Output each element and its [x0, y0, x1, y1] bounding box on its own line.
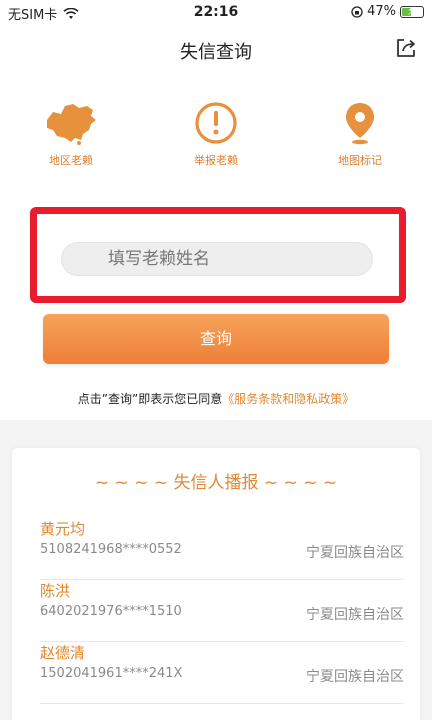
feature-map-mark[interactable]: 地图标记 — [310, 100, 410, 168]
search-highlight-frame — [30, 207, 406, 303]
query-button[interactable]: 查询 — [43, 314, 389, 364]
debtor-id: 6402021976****1510 — [40, 604, 182, 619]
broadcast-card: ~ ~ ~ ~ 失信人播报 ~ ~ ~ ~ 黄元均 5108241968****… — [12, 448, 420, 720]
debtor-id: 1502041961****241X — [40, 666, 183, 681]
debtor-region: 宁夏回族自治区 — [306, 669, 404, 685]
debtor-id: 5108241968****0552 — [40, 542, 182, 557]
feature-label: 地图标记 — [338, 154, 382, 167]
exclamation-circle-icon — [195, 102, 237, 144]
list-item[interactable]: 赵德清 1502041961****241X 宁夏回族自治区 — [40, 642, 404, 704]
feature-label: 地区老赖 — [49, 154, 93, 167]
terms-privacy-link[interactable]: 《服务条款和隐私政策》 — [222, 392, 354, 406]
location-pin-icon — [346, 103, 374, 145]
status-bar: 无SIM卡 22:16 47% ⚡ — [0, 0, 432, 24]
feature-report-debtors[interactable]: 举报老赖 — [166, 100, 266, 168]
battery-charging-icon: ⚡ — [400, 3, 424, 18]
feature-row: 地区老赖 举报老赖 地图标记 — [0, 100, 432, 180]
share-icon — [397, 39, 415, 57]
debtor-name: 陈洪 — [40, 582, 71, 600]
list-item[interactable]: 黄元均 5108241968****0552 宁夏回族自治区 — [40, 518, 404, 580]
debtor-name: 黄元均 — [40, 520, 86, 538]
status-right: 47% ⚡ — [351, 4, 424, 19]
china-map-icon — [47, 104, 96, 145]
feature-region-debtors[interactable]: 地区老赖 — [21, 100, 121, 168]
page-title: 失信查询 — [180, 42, 252, 63]
debtor-region: 宁夏回族自治区 — [306, 545, 404, 561]
feature-label: 举报老赖 — [194, 154, 238, 167]
nav-bar: 失信查询 — [0, 28, 432, 72]
list-item[interactable]: 陈洪 6402021976****1510 宁夏回族自治区 — [40, 580, 404, 642]
charging-bolt-icon: ⚡ — [407, 3, 416, 18]
name-search-input[interactable] — [61, 242, 373, 276]
share-button[interactable] — [394, 36, 418, 60]
battery-percent: 47% — [367, 4, 396, 19]
debtor-name: 赵德清 — [40, 644, 86, 662]
broadcast-title: ~ ~ ~ ~ 失信人播报 ~ ~ ~ ~ — [94, 473, 338, 493]
agreement-prefix: 点击”查询”即表示您已同意 — [77, 392, 223, 406]
agreement-text: 点击”查询”即表示您已同意《服务条款和隐私政策》 — [0, 390, 432, 407]
debtor-region: 宁夏回族自治区 — [306, 607, 404, 623]
orientation-lock-icon — [351, 5, 363, 18]
